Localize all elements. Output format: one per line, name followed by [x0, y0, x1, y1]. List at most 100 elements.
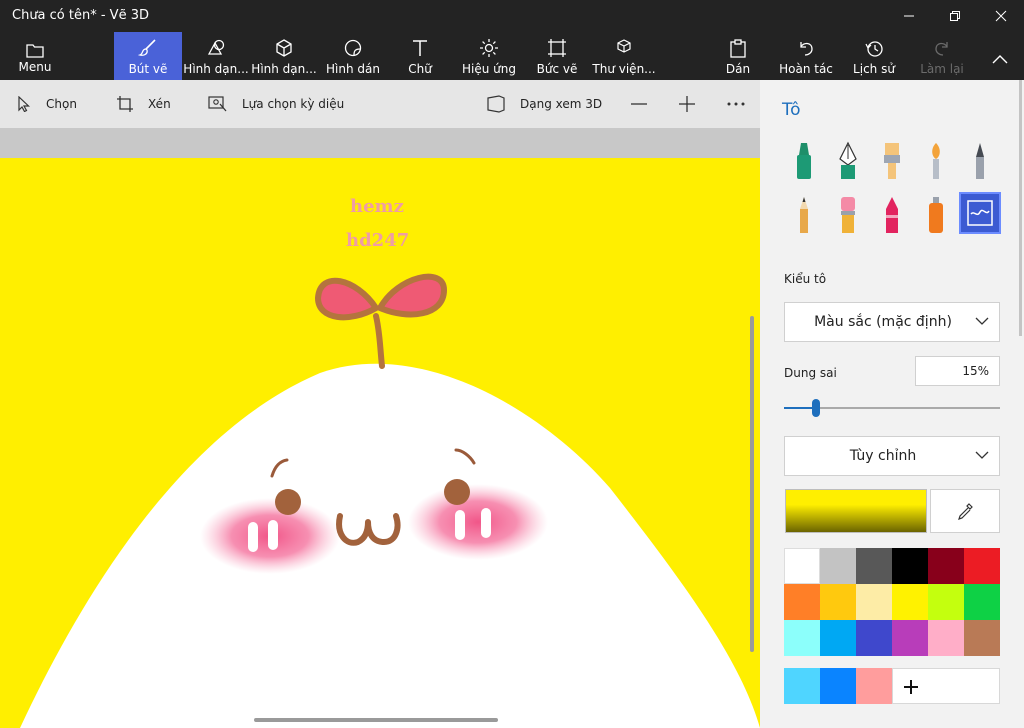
menu-button[interactable]: Menu: [8, 32, 62, 80]
collapse-ribbon-button[interactable]: [984, 32, 1016, 80]
paste-button[interactable]: Dán: [720, 32, 756, 80]
history-label: Lịch sử: [853, 62, 895, 76]
palette-swatch[interactable]: [856, 668, 892, 704]
add-color-button[interactable]: [892, 668, 1000, 704]
palette-swatch[interactable]: [892, 584, 928, 620]
tolerance-input[interactable]: 15%: [915, 356, 1000, 386]
close-button[interactable]: [978, 0, 1024, 32]
undo-button[interactable]: Hoàn tác: [778, 32, 834, 80]
fill-type-dropdown[interactable]: Màu sắc (mặc định): [784, 302, 1000, 342]
fill-bucket-brush[interactable]: [959, 192, 1001, 234]
brush-icon: [138, 39, 156, 56]
zoom-out-button[interactable]: [630, 80, 648, 128]
palette-swatch[interactable]: [928, 620, 964, 656]
shapes2d-label: Hình dạn...: [183, 62, 249, 76]
drawing-canvas[interactable]: hemz hd247: [0, 158, 760, 728]
palette-swatch[interactable]: [964, 548, 1000, 584]
spray-can-icon: [929, 197, 943, 233]
select-tool-button[interactable]: Chọn: [16, 80, 77, 128]
custom-color-dropdown[interactable]: Tùy chỉnh: [784, 436, 1000, 476]
crop-tool-button[interactable]: Xén: [116, 80, 171, 128]
main-ribbon: Menu Bút vẽ Hình dạn... Hình dạn... Hình…: [0, 32, 1024, 80]
palette-swatch[interactable]: [928, 548, 964, 584]
horizontal-scrollbar[interactable]: [254, 718, 498, 722]
palette-swatch[interactable]: [964, 620, 1000, 656]
eraser-brush[interactable]: [827, 194, 869, 236]
palette-swatch[interactable]: [820, 548, 856, 584]
more-options-button[interactable]: [726, 80, 746, 128]
watermark-line-1: hemz: [350, 196, 404, 217]
watercolor-brush[interactable]: [915, 140, 957, 182]
tolerance-label: Dung sai: [784, 366, 837, 380]
palette-swatch[interactable]: [784, 668, 820, 704]
palette-swatch[interactable]: [892, 620, 928, 656]
canvas-margin: [0, 128, 760, 158]
shapes-2d-icon: [207, 39, 225, 55]
eyedropper-button[interactable]: [930, 489, 1000, 533]
canvas-area[interactable]: hemz hd247: [0, 128, 760, 728]
ribbon-stickers-button[interactable]: Hình dán: [326, 32, 380, 80]
select-label: Chọn: [46, 97, 77, 111]
stickers-label: Hình dán: [326, 62, 380, 76]
pencil-brush[interactable]: [783, 194, 825, 236]
eyedropper-icon: [958, 503, 973, 520]
crayon-icon: [886, 197, 898, 233]
calligraphy-pen-brush[interactable]: [827, 140, 869, 182]
spray-can-brush[interactable]: [915, 194, 957, 236]
tolerance-slider-track[interactable]: [784, 399, 1000, 417]
panel-scrollbar[interactable]: [1019, 80, 1022, 336]
palette-swatch[interactable]: [892, 548, 928, 584]
sprout-stem: [373, 313, 385, 369]
redo-icon: [935, 42, 948, 56]
sprout-leaves: [315, 273, 447, 321]
ribbon-3d-shapes-button[interactable]: Hình dạn...: [251, 32, 317, 80]
restore-button[interactable]: [932, 0, 978, 32]
undo-icon: [800, 42, 813, 56]
ribbon-3d-library-button[interactable]: Thư viện...: [592, 32, 656, 80]
view-3d-button[interactable]: Dạng xem 3D: [486, 80, 602, 128]
current-color-preview[interactable]: [785, 489, 927, 533]
menu-label: Menu: [18, 60, 52, 74]
vertical-scrollbar[interactable]: [750, 316, 754, 652]
folder-icon: [26, 44, 44, 58]
magic-select-button[interactable]: Lựa chọn kỳ diệu: [208, 80, 344, 128]
palette-swatch[interactable]: [928, 584, 964, 620]
palette-swatch[interactable]: [820, 668, 856, 704]
palette-swatch[interactable]: [964, 584, 1000, 620]
ribbon-brushes-button[interactable]: Bút vẽ: [114, 32, 182, 80]
palette-swatch[interactable]: [856, 620, 892, 656]
crayon-brush[interactable]: [871, 194, 913, 236]
close-icon: [995, 10, 1007, 22]
chevron-down-icon: [975, 317, 989, 325]
ribbon-text-button[interactable]: Chữ: [398, 32, 442, 80]
library-cubes-icon: [617, 39, 631, 53]
tolerance-slider-thumb[interactable]: [812, 399, 820, 417]
palette-swatch[interactable]: [820, 584, 856, 620]
ribbon-2d-shapes-button[interactable]: Hình dạn...: [183, 32, 249, 80]
fill-panel: Tô Kiểu tô Màu sắc (mặc định) Dung sai 1…: [760, 80, 1024, 728]
redo-button[interactable]: Làm lại: [918, 32, 966, 80]
palette-swatch[interactable]: [820, 620, 856, 656]
fill-bucket-icon: [967, 200, 993, 226]
paste-label: Dán: [725, 62, 751, 76]
palette-swatch[interactable]: [856, 548, 892, 584]
minus-icon: [631, 103, 647, 105]
palette-swatch[interactable]: [784, 548, 820, 584]
marker-brush[interactable]: [783, 140, 825, 182]
pencil-icon: [800, 197, 808, 233]
history-button[interactable]: Lịch sử: [852, 32, 896, 80]
palette-swatch[interactable]: [784, 620, 820, 656]
ribbon-canvas-button[interactable]: Bức vẽ: [534, 32, 580, 80]
zoom-in-button[interactable]: [678, 80, 696, 128]
pixel-pen-brush[interactable]: [959, 140, 1001, 182]
ribbon-effects-button[interactable]: Hiệu ứng: [460, 32, 518, 80]
minimize-button[interactable]: [886, 0, 932, 32]
oil-brush[interactable]: [871, 140, 913, 182]
effects-label: Hiệu ứng: [462, 62, 516, 76]
crop-icon: [117, 96, 133, 112]
title-bar: Chưa có tên* - Vẽ 3D: [0, 0, 1024, 32]
palette-swatch[interactable]: [784, 584, 820, 620]
clipboard-icon: [730, 39, 746, 58]
view-3d-icon: [487, 95, 505, 113]
palette-swatch[interactable]: [856, 584, 892, 620]
